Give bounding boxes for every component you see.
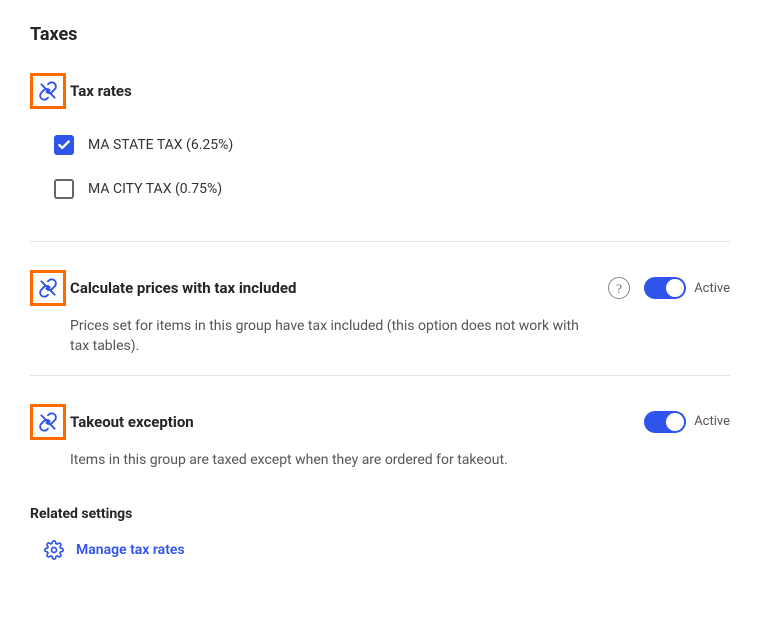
manage-tax-rates-link[interactable]: Manage tax rates — [30, 540, 730, 560]
manage-tax-rates-label: Manage tax rates — [76, 542, 185, 558]
tax-rate-item: MA STATE TAX (6.25%) — [54, 135, 730, 155]
page-title: Taxes — [30, 24, 730, 45]
tax-rate-label: MA STATE TAX (6.25%) — [88, 137, 233, 153]
unlink-icon — [38, 81, 58, 101]
tax-included-toggle[interactable] — [644, 277, 686, 299]
related-settings: Related settings Manage tax rates — [30, 506, 730, 560]
toggle-state-label: Active — [694, 281, 730, 296]
tax-checkbox-city[interactable] — [54, 179, 74, 199]
tax-included-description: Prices set for items in this group have … — [70, 316, 590, 357]
takeout-description: Items in this group are taxed except whe… — [70, 450, 590, 470]
takeout-title: Takeout exception — [70, 413, 194, 431]
override-icon-takeout[interactable] — [30, 404, 66, 440]
related-settings-title: Related settings — [30, 506, 730, 522]
tax-rate-label: MA CITY TAX (0.75%) — [88, 181, 222, 197]
tax-included-title: Calculate prices with tax included — [70, 279, 296, 297]
override-icon-tax-rates[interactable] — [30, 73, 66, 109]
tax-checkbox-state[interactable] — [54, 135, 74, 155]
override-icon-tax-included[interactable] — [30, 270, 66, 306]
tax-rates-list: MA STATE TAX (6.25%) MA CITY TAX (0.75%) — [30, 135, 730, 199]
section-tax-included: Calculate prices with tax included ? Act… — [30, 270, 730, 376]
help-icon[interactable]: ? — [608, 277, 630, 299]
section-takeout-exception: Takeout exception Active Items in this g… — [30, 404, 730, 488]
gear-icon — [44, 540, 64, 560]
check-icon — [57, 138, 71, 152]
section-tax-rates: Tax rates MA STATE TAX (6.25%) MA CITY T… — [30, 73, 730, 242]
toggle-state-label: Active — [694, 414, 730, 429]
takeout-toggle[interactable] — [644, 411, 686, 433]
unlink-icon — [38, 278, 58, 298]
unlink-icon — [38, 412, 58, 432]
tax-rate-item: MA CITY TAX (0.75%) — [54, 179, 730, 199]
tax-rates-title: Tax rates — [70, 82, 132, 100]
